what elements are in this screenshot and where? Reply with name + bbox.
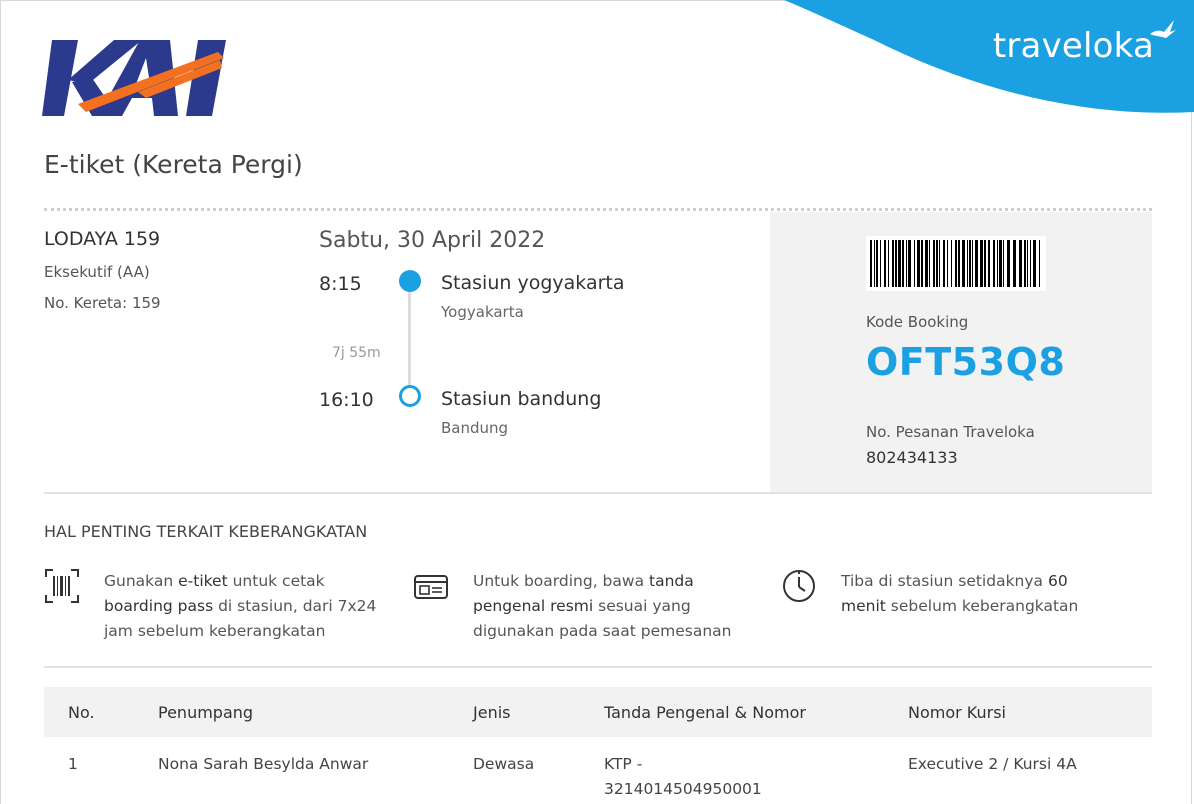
arrival-dot-icon	[399, 385, 421, 407]
timeline-line	[408, 285, 411, 395]
booking-code-label: Kode Booking	[866, 313, 969, 331]
column-header-passenger: Penumpang	[158, 703, 254, 722]
notes-title: HAL PENTING TERKAIT KEBERANGKATAN	[44, 522, 368, 541]
clock-icon	[783, 570, 815, 602]
arrival-time: 16:10	[319, 389, 374, 411]
traveloka-logo-text: traveloka	[992, 26, 1154, 66]
arrival-city: Bandung	[441, 419, 509, 437]
section-divider	[44, 666, 1152, 668]
barcode-scan-icon	[45, 569, 79, 603]
trip-duration: 7j 55m	[332, 345, 381, 361]
column-header-id: Tanda Pengenal & Nomor	[604, 703, 806, 722]
note-item-arrival: Tiba di stasiun setidaknya 60 menit sebe…	[841, 572, 1079, 615]
passenger-id: KTP - 3214014504950001	[604, 755, 762, 798]
note-item-id: Untuk boarding, bawa tanda pengenal resm…	[473, 572, 732, 640]
page-title: E-tiket (Kereta Pergi)	[44, 150, 303, 179]
train-name: LODAYA 159	[44, 228, 161, 250]
passenger-name: Nona Sarah Besylda Anwar	[158, 755, 369, 773]
note-item-eticket: Gunakan e-tiket untuk cetak boarding pas…	[104, 572, 377, 640]
departure-city: Yogyakarta	[441, 303, 524, 321]
column-header-seat: Nomor Kursi	[908, 703, 1006, 722]
column-header-type: Jenis	[473, 703, 511, 722]
dotted-divider	[44, 208, 1152, 211]
departure-station: Stasiun yogyakarta	[441, 272, 625, 294]
order-number-label: No. Pesanan Traveloka	[866, 423, 1035, 441]
departure-time: 8:15	[319, 273, 362, 295]
kai-logo	[42, 40, 226, 116]
passenger-seat: Executive 2 / Kursi 4A	[908, 755, 1077, 773]
barcode-image	[866, 236, 1046, 291]
passenger-no: 1	[68, 755, 78, 773]
traveloka-bird-icon	[1150, 20, 1176, 38]
order-number: 802434133	[866, 448, 958, 467]
train-number: No. Kereta: 159	[44, 294, 161, 312]
train-class: Eksekutif (AA)	[44, 263, 150, 281]
travel-date: Sabtu, 30 April 2022	[319, 228, 546, 253]
section-divider	[44, 492, 1152, 494]
departure-dot-icon	[399, 270, 421, 292]
id-card-icon	[414, 575, 448, 599]
booking-code: OFT53Q8	[866, 340, 1066, 384]
traveloka-banner: traveloka	[784, 0, 1194, 115]
passenger-type: Dewasa	[473, 755, 535, 773]
column-header-no: No.	[68, 703, 95, 722]
arrival-station: Stasiun bandung	[441, 388, 602, 410]
